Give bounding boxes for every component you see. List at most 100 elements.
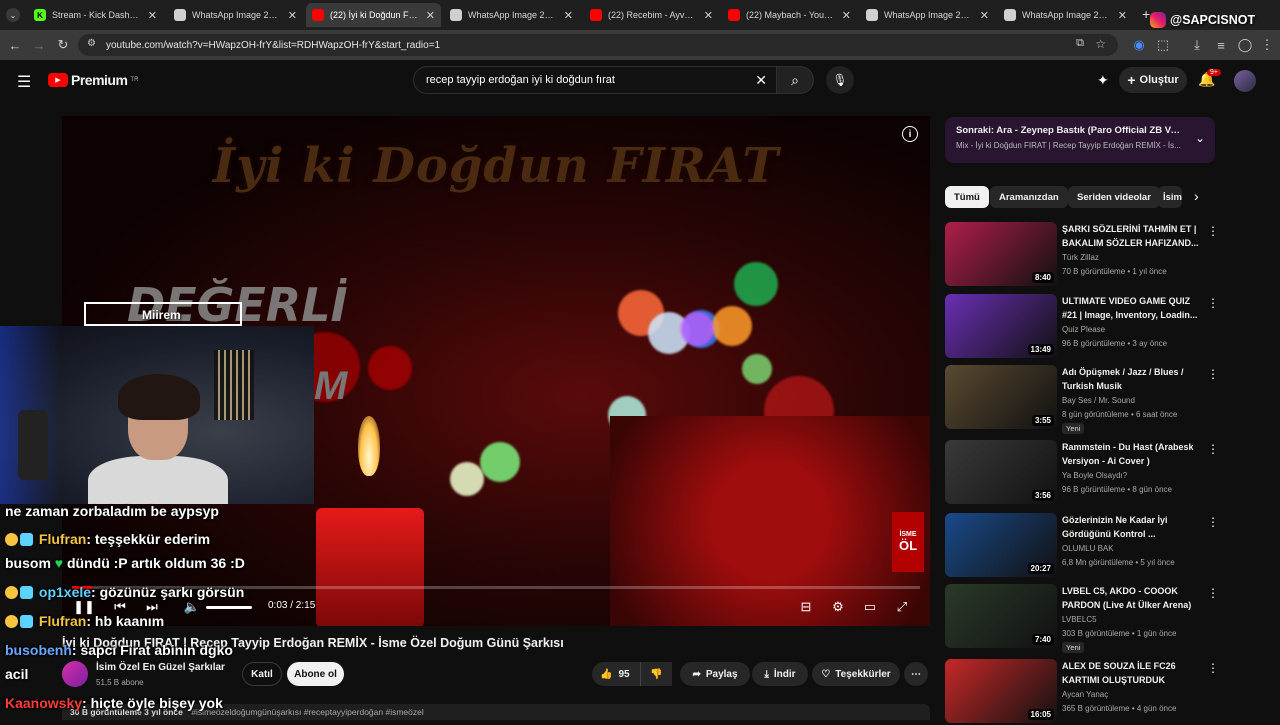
video-thumbnail[interactable]: 7:40 xyxy=(945,584,1057,648)
filter-chip[interactable]: Aramanızdan xyxy=(990,186,1068,208)
extension-icon[interactable]: ◉ xyxy=(1130,36,1148,54)
channel-avatar[interactable] xyxy=(62,661,88,687)
recommended-video[interactable]: 16:05 ALEX DE SOUZA İLE FC26 KARTIMI OLUŞ… xyxy=(945,659,1220,725)
browser-tab[interactable]: WhatsApp Image 2025-1... ✕ xyxy=(860,3,995,27)
close-tab-icon[interactable]: ✕ xyxy=(426,9,435,22)
back-icon[interactable]: ← xyxy=(6,36,24,54)
close-tab-icon[interactable]: ✕ xyxy=(704,9,713,22)
video-title[interactable]: ULTIMATE VIDEO GAME QUIZ #21 | Image, In… xyxy=(1062,294,1202,322)
video-title[interactable]: Gözlerinizin Ne Kadar İyi Gördüğünü Kont… xyxy=(1062,513,1202,541)
info-icon[interactable]: i xyxy=(902,126,918,142)
video-thumbnail[interactable]: 8:40 xyxy=(945,222,1057,286)
search-button[interactable]: ⌕ xyxy=(776,66,814,94)
fullscreen-icon[interactable]: ⤢ xyxy=(892,598,912,616)
new-tab-button[interactable]: + xyxy=(1142,6,1150,22)
chevron-down-icon[interactable]: ⌄ xyxy=(1195,131,1205,145)
close-tab-icon[interactable]: ✕ xyxy=(564,9,573,22)
video-thumbnail[interactable]: 16:05 xyxy=(945,659,1057,723)
more-vertical-icon[interactable]: ⋮ xyxy=(1207,586,1219,600)
more-actions-button[interactable]: ⋯ xyxy=(904,662,928,686)
channel-name[interactable]: Quiz Please xyxy=(1062,325,1105,334)
more-vertical-icon[interactable]: ⋮ xyxy=(1207,661,1219,675)
browser-tab-strip: ⌄ KStream - Kick Dashboard✕WhatsApp Imag… xyxy=(0,0,1280,30)
account-avatar[interactable] xyxy=(1234,70,1256,92)
video-title[interactable]: ŞARKI SÖZLERİNİ TAHMİN ET | BAKALIM SÖZL… xyxy=(1062,222,1202,250)
dislike-button[interactable]: 👎 xyxy=(640,662,672,686)
share-button[interactable]: ➦ Paylaş xyxy=(680,662,750,686)
channel-name[interactable]: OLUMLU BAK xyxy=(1062,544,1114,553)
recommended-video[interactable]: 20:27 Gözlerinizin Ne Kadar İyi Gördüğünü… xyxy=(945,513,1220,579)
video-title[interactable]: ALEX DE SOUZA İLE FC26 KARTIMI OLUŞTURDU… xyxy=(1062,659,1202,687)
download-button[interactable]: ⤓ İndir xyxy=(752,662,808,686)
subscribe-button[interactable]: Abone ol xyxy=(287,662,344,686)
channel-name[interactable]: Ya Boyle Olsaydı? xyxy=(1062,471,1127,480)
video-title[interactable]: LVBEL C5, AKDO - COOOK PARDON (Live At Ü… xyxy=(1062,584,1202,612)
volume-icon[interactable]: 🔈 xyxy=(182,598,202,616)
profile-icon[interactable]: ◯ xyxy=(1236,36,1254,54)
video-title[interactable]: Adı Öpüşmek / Jazz / Blues / Turkish Mus… xyxy=(1062,365,1202,393)
close-tab-icon[interactable]: ✕ xyxy=(288,9,297,22)
browser-tab[interactable]: (22) İyi ki Doğdun FIR... ✕ xyxy=(306,3,441,27)
up-next-panel[interactable]: Sonraki: Ara - Zeynep Bastık (Paro Offic… xyxy=(945,117,1215,163)
channel-name[interactable]: Bay Ses / Mr. Sound xyxy=(1062,396,1135,405)
media-icon[interactable]: ≡ xyxy=(1212,36,1230,54)
filter-chip[interactable]: Tümü xyxy=(945,186,989,208)
channel-name[interactable]: Aycan Yanaç xyxy=(1062,690,1108,699)
voice-search-button[interactable]: 🎙 xyxy=(826,66,854,94)
chips-next-chevron-icon[interactable]: › xyxy=(1194,188,1199,204)
video-thumbnail[interactable]: 3:56 xyxy=(945,440,1057,504)
channel-name[interactable]: İsim Özel En Güzel Şarkılar xyxy=(96,662,225,673)
tab-search-icon[interactable]: ⌄ xyxy=(6,8,20,22)
video-thumbnail[interactable]: 20:27 xyxy=(945,513,1057,577)
create-button[interactable]: + Oluştur xyxy=(1119,67,1187,93)
download-icon[interactable]: ⤓ xyxy=(1188,36,1206,54)
close-tab-icon[interactable]: ✕ xyxy=(980,9,989,22)
address-bar[interactable]: ⚙ youtube.com/watch?v=HWapzOH-frY&list=R… xyxy=(78,34,1118,56)
volume-slider[interactable] xyxy=(206,606,252,609)
recommended-video[interactable]: 8:40 ŞARKI SÖZLERİNİ TAHMİN ET | BAKALIM … xyxy=(945,222,1220,288)
recommended-video[interactable]: 7:40 LVBEL C5, AKDO - COOOK PARDON (Live … xyxy=(945,584,1220,653)
join-button[interactable]: Katıl xyxy=(242,662,282,686)
video-thumbnail[interactable]: 13:49 xyxy=(945,294,1057,358)
more-vertical-icon[interactable]: ⋮ xyxy=(1207,367,1219,381)
clear-search-icon[interactable]: ✕ xyxy=(755,72,767,89)
more-vertical-icon[interactable]: ⋮ xyxy=(1207,442,1219,456)
search-input[interactable]: recep tayyip erdoğan iyi ki doğdun fırat… xyxy=(413,66,778,94)
close-tab-icon[interactable]: ✕ xyxy=(148,9,157,22)
reload-icon[interactable]: ↻ xyxy=(54,36,72,54)
channel-name[interactable]: Türk Zillaz xyxy=(1062,253,1099,262)
youtube-logo[interactable]: ▶ Premium TR xyxy=(48,72,138,88)
recommended-video[interactable]: 13:49 ULTIMATE VIDEO GAME QUIZ #21 | Imag… xyxy=(945,294,1220,360)
browser-tab[interactable]: (22) Recebim - Ayvanın Sa... ✕ xyxy=(584,3,719,27)
browser-tab[interactable]: (22) Maybach - YouTube ✕ xyxy=(722,3,857,27)
video-title[interactable]: Rammstein - Du Hast (Arabesk Versiyon - … xyxy=(1062,440,1202,468)
browser-tab[interactable]: WhatsApp Image 2025-1... ✕ xyxy=(444,3,579,27)
theater-mode-icon[interactable]: ▭ xyxy=(860,598,880,616)
install-icon[interactable]: ⧉ xyxy=(1076,37,1084,50)
thanks-button[interactable]: ♡ Teşekkürler xyxy=(812,662,900,686)
extensions-puzzle-icon[interactable]: ⬚ xyxy=(1154,36,1172,54)
hamburger-menu-icon[interactable]: ☰ xyxy=(17,72,31,92)
browser-tab[interactable]: K Stream - Kick Dashboard ✕ xyxy=(28,3,163,27)
recommended-video[interactable]: 3:56 Rammstein - Du Hast (Arabesk Versiyo… xyxy=(945,440,1220,506)
browser-tab[interactable]: WhatsApp Image 2025-1... ✕ xyxy=(998,3,1133,27)
recommended-video[interactable]: 3:55 Adı Öpüşmek / Jazz / Blues / Turkish… xyxy=(945,365,1220,434)
cast-chat-icon[interactable]: ✦ xyxy=(1097,72,1109,89)
close-tab-icon[interactable]: ✕ xyxy=(842,9,851,22)
forward-icon[interactable]: → xyxy=(30,36,48,54)
more-vertical-icon[interactable]: ⋮ xyxy=(1207,515,1219,529)
video-thumbnail[interactable]: 3:55 xyxy=(945,365,1057,429)
more-vertical-icon[interactable]: ⋮ xyxy=(1207,224,1219,238)
menu-kebab-icon[interactable]: ⋮ xyxy=(1258,36,1276,54)
subtitles-icon[interactable]: ⊟ xyxy=(796,598,816,616)
filter-chip[interactable]: İsim xyxy=(1158,186,1182,208)
more-vertical-icon[interactable]: ⋮ xyxy=(1207,296,1219,310)
channel-name[interactable]: LVBELC5 xyxy=(1062,615,1097,624)
filter-chip[interactable]: Seriden videolar xyxy=(1068,186,1160,208)
close-tab-icon[interactable]: ✕ xyxy=(1118,9,1127,22)
bookmark-star-icon[interactable]: ☆ xyxy=(1095,37,1106,51)
site-info-icon[interactable]: ⚙ xyxy=(87,38,96,49)
browser-tab[interactable]: WhatsApp Image 2025-1... ✕ xyxy=(168,3,303,27)
chat-message: busobenh: sapci Fırat abinin dgko xyxy=(5,642,233,658)
settings-gear-icon[interactable]: ⚙ xyxy=(828,598,848,616)
